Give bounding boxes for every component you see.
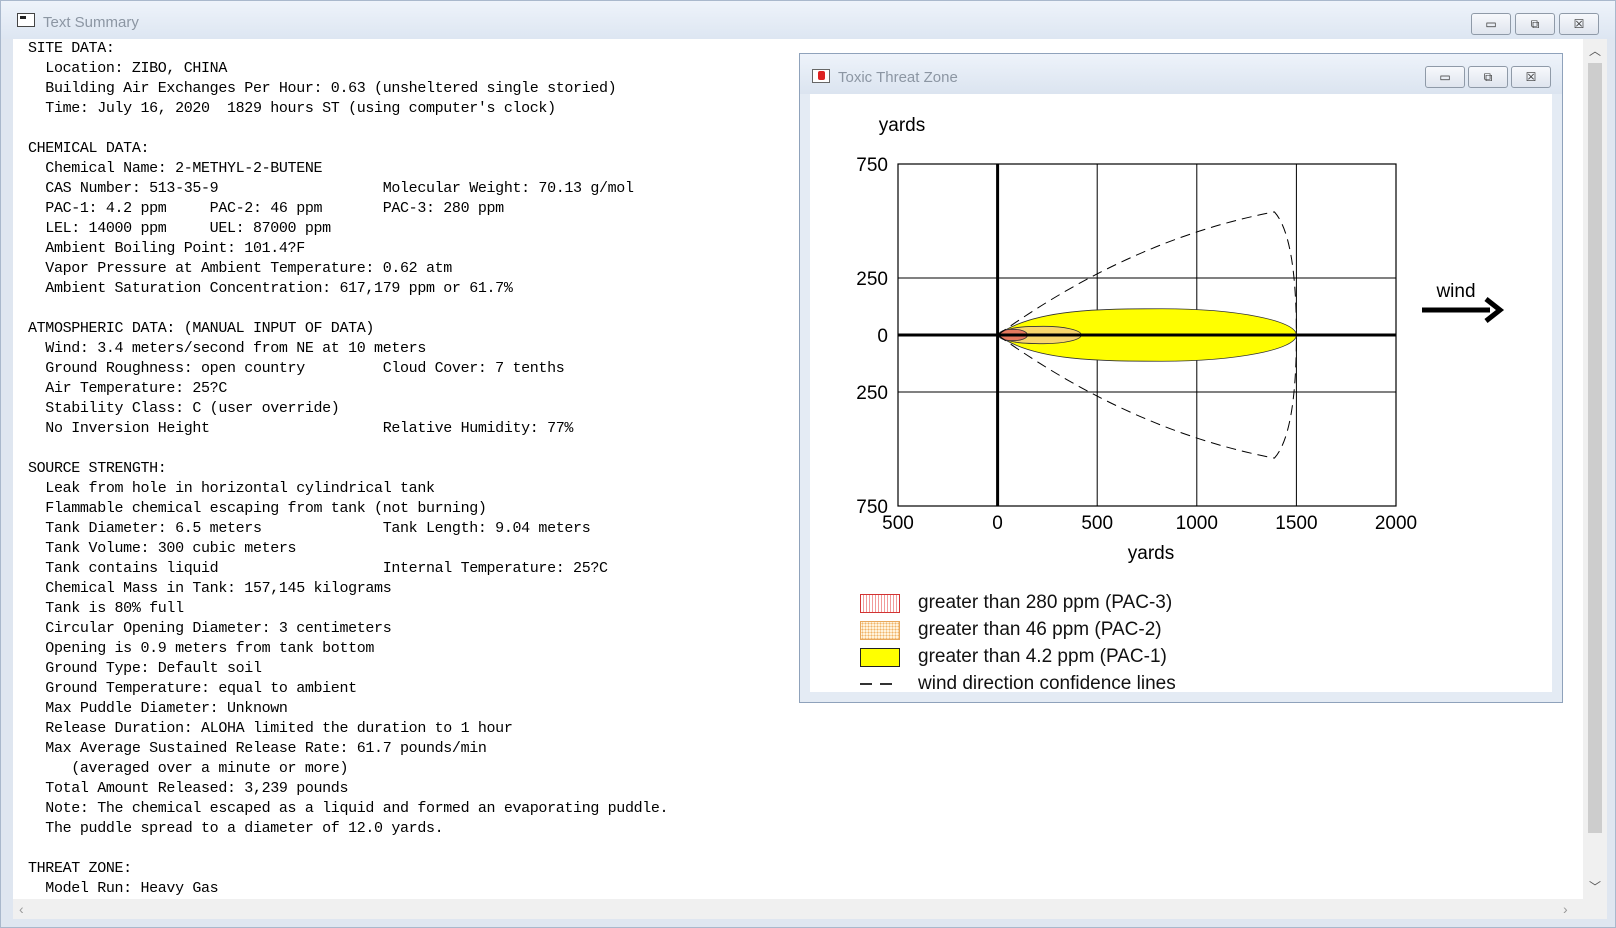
summary-text: SITE DATA: Location: ZIBO, CHINA Buildin… bbox=[28, 39, 669, 899]
summary-line: Stability Class: C (user override) bbox=[28, 400, 340, 417]
threat-zone-app-icon[interactable] bbox=[812, 69, 830, 83]
summary-line: PAC-1: 4.2 ppm PAC-2: 46 ppm PAC-3: 280 … bbox=[28, 200, 504, 217]
legend-swatch-pac2 bbox=[860, 621, 900, 640]
text-summary-window: Text Summary ▭ ⧉ ☒ SITE DATA: Location: … bbox=[0, 0, 1616, 928]
summary-line: Wind: 3.4 meters/second from NE at 10 me… bbox=[28, 340, 426, 357]
summary-line: SITE DATA: bbox=[28, 40, 115, 57]
y-tick-label: 750 bbox=[856, 155, 888, 176]
scroll-down-arrow-icon[interactable]: ﹀ bbox=[1583, 877, 1607, 897]
legend-swatch-wind bbox=[860, 683, 900, 685]
summary-line: No Inversion Height Relative Humidity: 7… bbox=[28, 420, 574, 437]
inner-title-bar[interactable]: Toxic Threat Zone ▭ ⧉ ☒ bbox=[800, 54, 1562, 94]
resize-grip[interactable] bbox=[1583, 899, 1607, 919]
summary-line: The puddle spread to a diameter of 12.0 … bbox=[28, 820, 444, 837]
summary-line bbox=[28, 439, 668, 459]
summary-line: Time: July 16, 2020 1829 hours ST (using… bbox=[28, 100, 556, 117]
summary-line: Flammable chemical escaping from tank (n… bbox=[28, 500, 487, 517]
toxic-threat-zone-window: Toxic Threat Zone ▭ ⧉ ☒ 500 0 500 1000 1500 2… bbox=[799, 53, 1563, 703]
y-tick-label: 250 bbox=[856, 383, 888, 404]
summary-line: (averaged over a minute or more) bbox=[28, 760, 349, 777]
inner-window-title: Toxic Threat Zone bbox=[838, 69, 958, 86]
minimize-button[interactable]: ▭ bbox=[1471, 13, 1511, 35]
threat-zone-plot-area: 500 0 500 1000 1500 2000 750 250 0 250 750 yards yar… bbox=[810, 94, 1552, 694]
summary-line: ATMOSPHERIC DATA: (MANUAL INPUT OF DATA) bbox=[28, 320, 375, 337]
summary-line: Ground Temperature: equal to ambient bbox=[28, 680, 357, 697]
y-tick-label: 0 bbox=[877, 326, 888, 347]
inner-close-button[interactable]: ☒ bbox=[1511, 66, 1551, 88]
summary-line: Ground Type: Default soil bbox=[28, 660, 262, 677]
x-axis-label: yards bbox=[1128, 543, 1174, 564]
summary-line: Opening is 0.9 meters from tank bottom bbox=[28, 640, 375, 657]
x-tick-label: 2000 bbox=[1375, 513, 1417, 534]
y-tick-label: 250 bbox=[856, 269, 888, 290]
summary-line: Ground Roughness: open country Cloud Cov… bbox=[28, 360, 565, 377]
summary-line: Note: The chemical escaped as a liquid a… bbox=[28, 800, 669, 817]
summary-line: LEL: 14000 ppm UEL: 87000 ppm bbox=[28, 220, 331, 237]
summary-line: Ambient Saturation Concentration: 617,17… bbox=[28, 280, 513, 297]
legend-label: wind direction confidence lines bbox=[918, 673, 1176, 694]
summary-line: Chemical Mass in Tank: 157,145 kilograms bbox=[28, 580, 392, 597]
scroll-left-arrow-icon[interactable]: ‹ bbox=[19, 899, 35, 919]
summary-line: SOURCE STRENGTH: bbox=[28, 460, 167, 477]
summary-line: Max Average Sustained Release Rate: 61.7… bbox=[28, 740, 487, 757]
summary-line: CHEMICAL DATA: bbox=[28, 140, 150, 157]
legend-label: greater than 280 ppm (PAC-3) bbox=[918, 592, 1173, 613]
summary-line: Max Puddle Diameter: Unknown bbox=[28, 700, 288, 717]
vertical-scrollbar[interactable]: ︿ ﹀ bbox=[1583, 39, 1607, 899]
summary-line: Ambient Boiling Point: 101.4?F bbox=[28, 240, 305, 257]
inner-maximize-button[interactable]: ⧉ bbox=[1468, 66, 1508, 88]
summary-line: Model Run: Heavy Gas bbox=[28, 880, 219, 897]
summary-line: THREAT ZONE: bbox=[28, 860, 132, 877]
summary-line: CAS Number: 513-35-9 Molecular Weight: 7… bbox=[28, 180, 634, 197]
summary-line: Tank contains liquid Internal Temperatur… bbox=[28, 560, 608, 577]
outer-window-title: Text Summary bbox=[43, 14, 139, 31]
summary-line: Vapor Pressure at Ambient Temperature: 0… bbox=[28, 260, 452, 277]
summary-line bbox=[28, 119, 668, 139]
summary-line: Leak from hole in horizontal cylindrical… bbox=[28, 480, 435, 497]
scroll-right-arrow-icon[interactable]: › bbox=[1563, 899, 1579, 919]
legend-swatch-pac1 bbox=[860, 648, 900, 667]
summary-line: Tank Diameter: 6.5 meters Tank Length: 9… bbox=[28, 520, 591, 537]
y-axis-label: yards bbox=[879, 115, 925, 136]
summary-line: Total Amount Released: 3,239 pounds bbox=[28, 780, 349, 797]
summary-line: Circular Opening Diameter: 3 centimeters bbox=[28, 620, 392, 637]
summary-line: Chemical Name: 2-METHYL-2-BUTENE bbox=[28, 160, 323, 177]
y-tick-label: 750 bbox=[856, 497, 888, 518]
close-button[interactable]: ☒ bbox=[1559, 13, 1599, 35]
scroll-up-arrow-icon[interactable]: ︿ bbox=[1583, 41, 1607, 61]
summary-line: Location: ZIBO, CHINA bbox=[28, 60, 227, 77]
x-tick-label: 0 bbox=[992, 513, 1003, 534]
text-summary-app-icon[interactable] bbox=[17, 13, 35, 27]
summary-line: Building Air Exchanges Per Hour: 0.63 (u… bbox=[28, 80, 617, 97]
outer-title-bar[interactable]: Text Summary ▭ ⧉ ☒ bbox=[1, 1, 1615, 39]
vertical-scroll-thumb[interactable] bbox=[1588, 63, 1602, 833]
summary-line: Release Duration: ALOHA limited the dura… bbox=[28, 720, 513, 737]
horizontal-scrollbar[interactable]: ‹ › bbox=[13, 899, 1583, 919]
inner-minimize-button[interactable]: ▭ bbox=[1425, 66, 1465, 88]
x-tick-label: 1500 bbox=[1275, 513, 1317, 534]
legend-swatch-pac3 bbox=[860, 594, 900, 613]
wind-label: wind bbox=[1435, 281, 1475, 302]
summary-line: Tank is 80% full bbox=[28, 600, 184, 617]
summary-line: Tank Volume: 300 cubic meters bbox=[28, 540, 297, 557]
summary-line bbox=[28, 299, 668, 319]
x-tick-label: 500 bbox=[1081, 513, 1113, 534]
maximize-button[interactable]: ⧉ bbox=[1515, 13, 1555, 35]
legend-label: greater than 4.2 ppm (PAC-1) bbox=[918, 646, 1167, 667]
summary-line bbox=[28, 839, 668, 859]
summary-line: Air Temperature: 25?C bbox=[28, 380, 227, 397]
x-tick-label: 1000 bbox=[1176, 513, 1218, 534]
legend-label: greater than 46 ppm (PAC-2) bbox=[918, 619, 1162, 640]
